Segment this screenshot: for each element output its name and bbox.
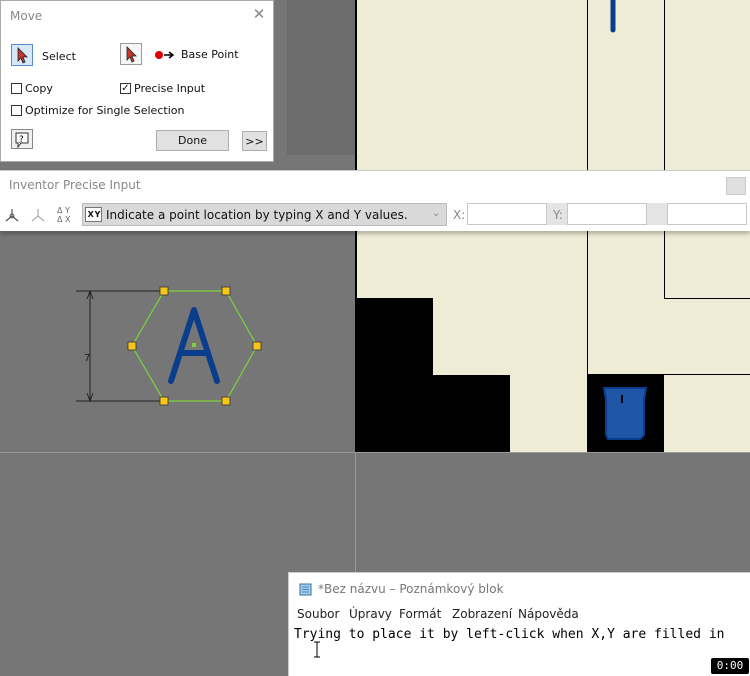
svg-text:Δ: Δ	[57, 215, 63, 224]
input-mode-text: Indicate a point location by typing X an…	[106, 208, 408, 222]
notepad-title: *Bez názvu – Poznámkový blok	[318, 582, 504, 596]
move-dialog: Move ✕ Select Base Point Copy ✓ Precise …	[0, 0, 274, 162]
coordinate-origin-icon[interactable]	[3, 206, 21, 224]
menu-file[interactable]: Soubor	[297, 607, 339, 621]
toolbar-close-button[interactable]	[726, 177, 746, 195]
copy-label: Copy	[25, 82, 53, 95]
canvas-guide-horizontal	[0, 452, 750, 453]
notepad-icon	[299, 583, 312, 596]
z-input[interactable]	[667, 203, 747, 225]
precise-input-checkbox[interactable]: ✓	[120, 83, 131, 94]
recording-timer: 0:00	[711, 658, 749, 674]
cursor-icon	[17, 47, 28, 64]
canvas-left-panel[interactable]	[287, 0, 355, 155]
chevron-down-icon: ⌄	[432, 208, 441, 219]
more-button[interactable]: >>	[242, 131, 267, 151]
letter-f-shape	[610, 0, 616, 33]
base-point-label: Base Point	[181, 48, 239, 61]
hexagon-sketch[interactable]	[70, 280, 270, 410]
svg-text:X: X	[65, 215, 71, 224]
toolbar-title: Inventor Precise Input	[9, 178, 141, 192]
menu-view[interactable]: Zobrazení	[452, 607, 512, 621]
help-icon: ?	[15, 132, 29, 148]
precise-input-label: Precise Input	[134, 82, 206, 95]
axis-settings-icon[interactable]: Δ Y Δ X	[56, 204, 76, 224]
svg-text:Y: Y	[64, 206, 70, 215]
optimize-label: Optimize for Single Selection	[25, 104, 185, 117]
drawing-line	[664, 0, 665, 298]
svg-text:Δ: Δ	[57, 206, 63, 215]
precise-input-toolbar: Inventor Precise Input Δ Y Δ X X Y Indic…	[0, 170, 750, 231]
x-input[interactable]	[467, 203, 547, 225]
x-label: X:	[453, 208, 466, 222]
input-mode-dropdown[interactable]: X Y Indicate a point location by typing …	[82, 203, 447, 226]
base-point-icon	[155, 51, 175, 59]
y-label: Y:	[553, 208, 563, 222]
filled-region	[357, 298, 433, 452]
menu-edit[interactable]: Úpravy	[349, 607, 392, 621]
menu-format[interactable]: Formát	[399, 607, 441, 621]
y-input[interactable]	[567, 203, 647, 225]
xy-mode-badge: X Y	[85, 207, 102, 222]
base-point-select-button[interactable]	[120, 43, 142, 65]
optimize-checkbox[interactable]	[11, 105, 22, 116]
notepad-text-area[interactable]: Trying to place it by left-click when X,…	[294, 627, 724, 642]
done-button[interactable]: Done	[156, 130, 229, 151]
drawing-line	[664, 298, 750, 299]
select-label: Select	[42, 50, 76, 63]
copy-checkbox[interactable]	[11, 83, 22, 94]
blue-block-shape	[602, 387, 648, 440]
notepad-window: *Bez názvu – Poznámkový blok Soubor Úpra…	[288, 572, 750, 676]
dimension-value[interactable]: 7	[84, 353, 90, 364]
close-icon[interactable]: ✕	[252, 7, 266, 22]
dialog-title: Move	[10, 9, 43, 23]
filled-region	[433, 375, 510, 452]
field-separator	[647, 203, 667, 225]
select-button[interactable]	[11, 44, 33, 66]
menu-help[interactable]: Nápověda	[518, 607, 579, 621]
help-button[interactable]: ?	[11, 129, 33, 149]
text-cursor-icon	[314, 641, 320, 658]
coordinate-relative-icon[interactable]	[29, 206, 47, 224]
cursor-icon	[126, 46, 137, 63]
